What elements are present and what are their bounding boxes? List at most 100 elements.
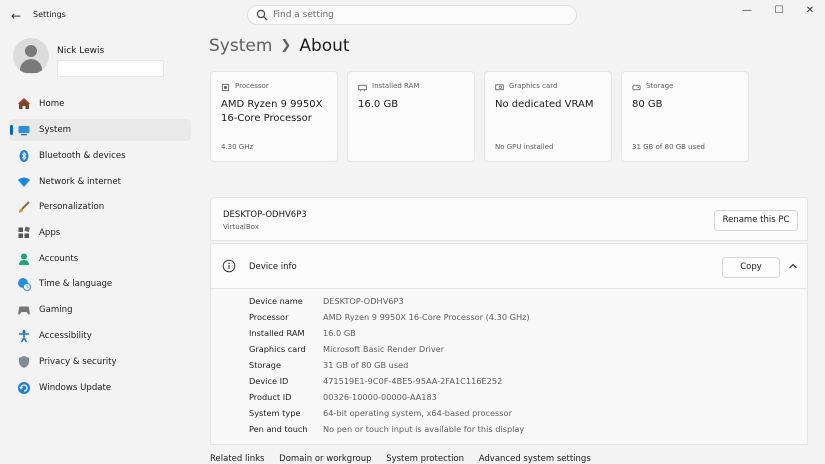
search-input[interactable]: Find a setting xyxy=(247,5,577,25)
spec-value: 31 GB of 80 GB used xyxy=(323,360,409,370)
minimize-button[interactable]: — xyxy=(737,4,757,18)
chevron-up-icon[interactable] xyxy=(787,260,799,272)
sidebar-item-label: Personalization xyxy=(39,202,105,212)
device-info-header[interactable]: Device info Copy xyxy=(210,243,808,289)
close-button[interactable]: ✕ xyxy=(800,4,820,18)
apps-icon xyxy=(18,226,30,238)
sidebar-item-label: Bluetooth & devices xyxy=(39,151,126,161)
device-name: DESKTOP-ODHV6P3 xyxy=(223,210,307,220)
card-value: 80 GB xyxy=(632,99,663,110)
card-label: Installed RAM xyxy=(372,82,420,90)
card-label: Processor xyxy=(235,82,269,90)
related-links-label: Related links xyxy=(210,454,265,464)
maximize-button[interactable]: ☐ xyxy=(769,4,789,18)
device-name-row: DESKTOP-ODHV6P3 VirtualBox Rename this P… xyxy=(210,197,808,241)
card-subtext: 31 GB of 80 GB used xyxy=(632,143,705,151)
system-protection-link[interactable]: System protection xyxy=(386,454,464,464)
accounts-icon xyxy=(19,253,29,265)
spec-label: Installed RAM xyxy=(249,328,305,338)
system-icon xyxy=(18,126,30,136)
spec-label: Device ID xyxy=(249,376,289,386)
app-title: Settings xyxy=(33,10,66,19)
card-storage: Storage 80 GB 31 GB of 80 GB used xyxy=(621,71,749,162)
globe-clock-icon xyxy=(18,278,31,291)
card-value: AMD Ryzen 9 9950X 16-Core Processor xyxy=(221,99,323,124)
gamepad-icon xyxy=(18,306,30,315)
device-info-body: Device name DESKTOP-ODHV6P3 Processor AM… xyxy=(210,289,808,445)
page-title: About xyxy=(299,36,350,56)
avatar[interactable] xyxy=(13,38,49,74)
card-ram: Installed RAM 16.0 GB xyxy=(347,71,475,162)
sidebar-item-personalization[interactable]: Personalization xyxy=(9,196,191,218)
copy-button[interactable]: Copy xyxy=(722,257,780,278)
sidebar-item-system[interactable]: System xyxy=(9,119,191,141)
search-placeholder: Find a setting xyxy=(273,10,334,20)
card-label: Graphics card xyxy=(509,82,558,90)
graphics-card-icon xyxy=(495,84,504,91)
advanced-system-settings-link[interactable]: Advanced system settings xyxy=(479,454,591,464)
chevron-right-icon: ❯ xyxy=(280,38,292,53)
sidebar-item-accounts[interactable]: Accounts xyxy=(9,248,191,270)
spec-value: DESKTOP-ODHV6P3 xyxy=(323,296,404,306)
wifi-icon xyxy=(18,177,30,187)
spec-label: Device name xyxy=(249,296,303,306)
related-links: Related links Domain or workgroup System… xyxy=(210,454,808,464)
sidebar-item-time-language[interactable]: Time & language xyxy=(9,273,191,295)
spec-label: Product ID xyxy=(249,392,292,402)
processor-icon xyxy=(221,83,230,92)
sidebar-item-label: Apps xyxy=(39,228,61,238)
update-icon xyxy=(18,382,30,394)
sidebar-item-home[interactable]: Home xyxy=(9,93,191,115)
ram-icon xyxy=(358,84,367,92)
home-icon xyxy=(18,98,30,109)
sidebar-item-windows-update[interactable]: Windows Update xyxy=(9,377,191,399)
sidebar-item-label: Accessibility xyxy=(39,331,92,341)
card-label: Storage xyxy=(646,82,674,90)
sidebar-item-label: Home xyxy=(39,99,65,109)
spec-value: 00326-10000-00000-AA183 xyxy=(323,392,437,402)
sidebar-item-gaming[interactable]: Gaming xyxy=(9,299,191,321)
spec-label: Storage xyxy=(249,360,282,370)
sidebar-item-accessibility[interactable]: Accessibility xyxy=(9,325,191,347)
bluetooth-icon xyxy=(19,150,29,162)
profile-name: Nick Lewis xyxy=(57,46,105,56)
search-icon xyxy=(256,9,268,21)
device-model: VirtualBox xyxy=(223,223,259,231)
device-info-title: Device info xyxy=(249,262,297,272)
card-value: No dedicated VRAM xyxy=(495,99,594,110)
sidebar-item-label: Accounts xyxy=(39,254,79,264)
spec-label: Processor xyxy=(249,312,289,322)
spec-label: Pen and touch xyxy=(249,424,308,434)
back-arrow-icon[interactable]: ← xyxy=(8,8,24,24)
card-processor: Processor AMD Ryzen 9 9950X 16-Core Proc… xyxy=(210,71,338,162)
sidebar-item-privacy-security[interactable]: Privacy & security xyxy=(9,351,191,373)
shield-icon xyxy=(19,356,29,368)
spec-value: No pen or touch input is available for t… xyxy=(323,424,525,434)
spec-label: Graphics card xyxy=(249,344,306,354)
title-bar: ← Settings Find a setting — ☐ ✕ xyxy=(0,0,825,32)
sidebar-item-apps[interactable]: Apps xyxy=(9,222,191,244)
spec-value: 471519E1-9C0F-4BE5-95AA-2FA1C116E252 xyxy=(323,376,503,386)
sidebar-item-label: System xyxy=(39,125,72,135)
spec-value: 16.0 GB xyxy=(323,328,356,338)
card-subtext: No GPU installed xyxy=(495,143,554,151)
info-icon xyxy=(222,259,236,273)
sidebar-item-label: Gaming xyxy=(39,305,73,315)
sidebar-item-bluetooth[interactable]: Bluetooth & devices xyxy=(9,145,191,167)
sidebar-item-label: Windows Update xyxy=(39,383,112,393)
selection-indicator xyxy=(10,125,13,135)
sidebar-item-network[interactable]: Network & internet xyxy=(9,171,191,193)
sidebar-item-label: Network & internet xyxy=(39,177,122,187)
spec-value: AMD Ryzen 9 9950X 16-Core Processor (4.3… xyxy=(323,312,530,322)
spec-label: System type xyxy=(249,408,301,418)
rename-pc-button[interactable]: Rename this PC xyxy=(714,210,798,231)
card-value: 16.0 GB xyxy=(358,99,399,110)
spec-value: 64-bit operating system, x64-based proce… xyxy=(323,408,512,418)
sidebar-item-label: Privacy & security xyxy=(39,357,117,367)
breadcrumb-parent[interactable]: System xyxy=(209,36,272,56)
card-graphics: Graphics card No dedicated VRAM No GPU i… xyxy=(484,71,612,162)
breadcrumb: System ❯ About xyxy=(209,36,350,56)
brush-icon xyxy=(19,201,30,213)
storage-icon xyxy=(632,84,641,91)
domain-workgroup-link[interactable]: Domain or workgroup xyxy=(279,454,371,464)
